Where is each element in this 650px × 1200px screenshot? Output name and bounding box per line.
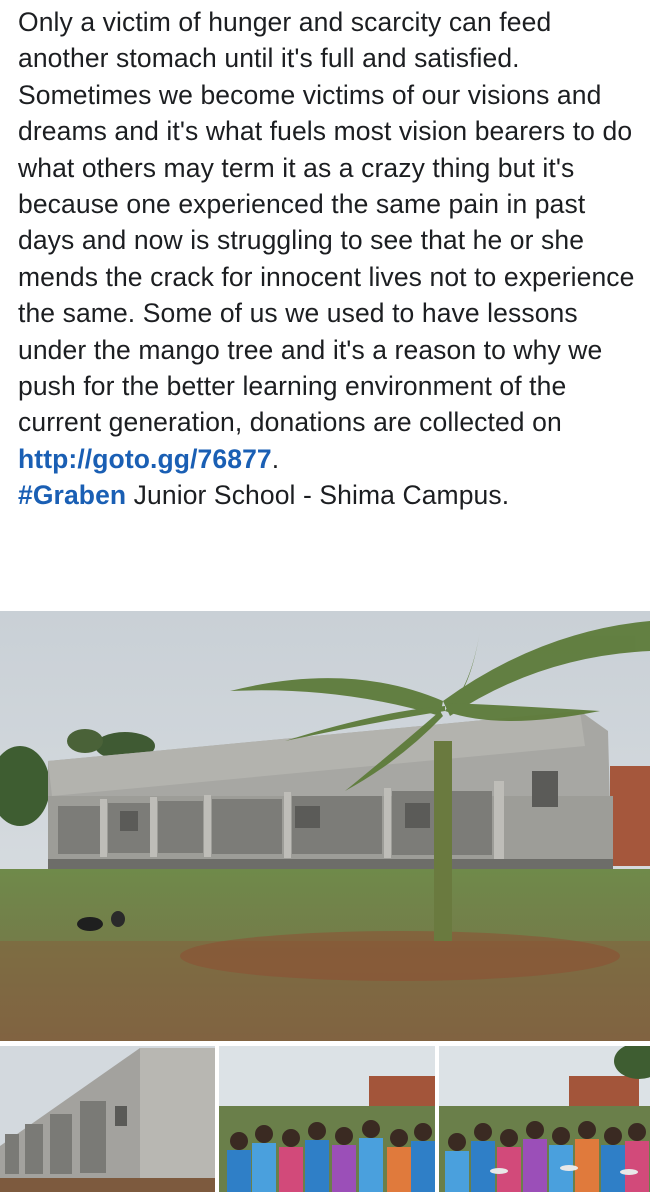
bottom-edge: [0, 1192, 650, 1200]
photo-school-building[interactable]: [0, 611, 650, 1041]
pupils-group-image: [219, 1046, 435, 1192]
hashtag-graben[interactable]: #Graben: [18, 480, 126, 510]
donation-link[interactable]: http://goto.gg/76877: [18, 444, 272, 474]
school-name: Junior School - Shima Campus.: [126, 480, 510, 511]
post-footer: #Graben Junior School - Shima Campus.: [18, 477, 643, 513]
post-text: Only a victim of hunger and scarcity can…: [18, 4, 643, 514]
pupils-queue-image: [439, 1046, 650, 1192]
photo-building-side[interactable]: [0, 1046, 215, 1192]
school-building-image: [0, 611, 650, 1041]
photo-pupils-queue[interactable]: [439, 1046, 650, 1192]
photo-pupils-group[interactable]: [219, 1046, 435, 1192]
link-period: .: [271, 443, 280, 474]
post-body: Only a victim of hunger and scarcity can…: [18, 4, 643, 477]
building-side-image: [0, 1046, 215, 1192]
post-body-text: Only a victim of hunger and scarcity can…: [18, 7, 635, 438]
